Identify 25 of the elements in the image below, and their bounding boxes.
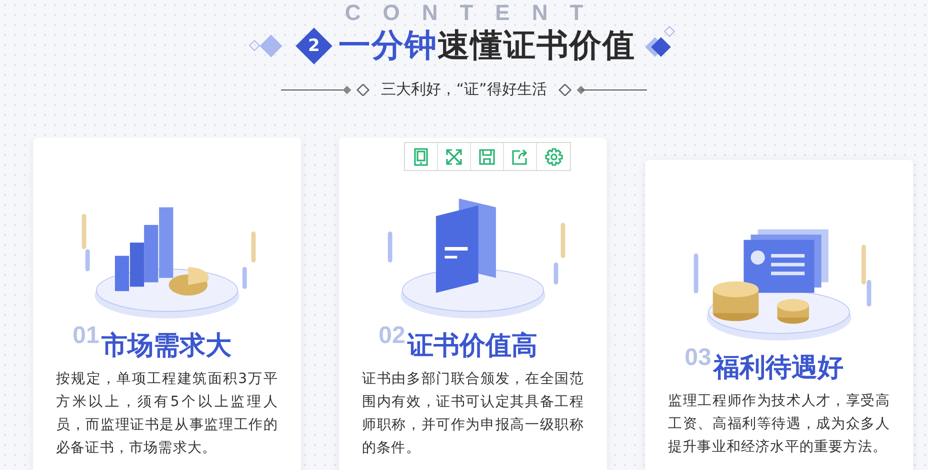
- card-number: 01: [72, 324, 100, 348]
- card-number: 02: [378, 324, 406, 348]
- subtitle: 三大利好，“证”得好生活: [381, 80, 547, 99]
- chart-bar: [114, 256, 130, 292]
- card-title: 市场需求大: [101, 330, 232, 362]
- card-title: 证书价值高: [407, 330, 538, 362]
- line-ornament-icon: [556, 84, 647, 96]
- settings-icon: [544, 146, 564, 166]
- card-title: 福利待遇好: [713, 352, 844, 384]
- save-icon: [477, 146, 497, 166]
- number-badge: 2: [295, 28, 332, 64]
- chart-bar: [144, 224, 158, 282]
- card-description: 监理工程师作为技术人才，享受高工资、高福利等待遇，成为众多人提升事业和经济水平的重要方法。: [668, 392, 890, 457]
- share-icon: [510, 146, 530, 166]
- backdrop-text: CONTENT: [344, 2, 606, 24]
- line-ornament-icon: [281, 84, 372, 96]
- card-description: 证书由多部门联合颁发，在全国范围内有效，证书可认定其具备工程师职称，并可作为申报高一级职称的条件。: [362, 370, 584, 458]
- chart-bar: [130, 242, 144, 287]
- expand-icon: [444, 146, 464, 166]
- tablet-icon: [411, 146, 431, 166]
- section-title: 一分钟速懂证书价值: [338, 25, 636, 66]
- pie-chart: [168, 267, 209, 296]
- card-number: 03: [684, 346, 712, 370]
- card-description: 按规定，单项工程建筑面积3万平方米以上，须有5个以上监理人员，而监理证书是从事监理工作的必备证书，市场需求大。: [56, 370, 278, 458]
- chart-bar: [159, 207, 174, 278]
